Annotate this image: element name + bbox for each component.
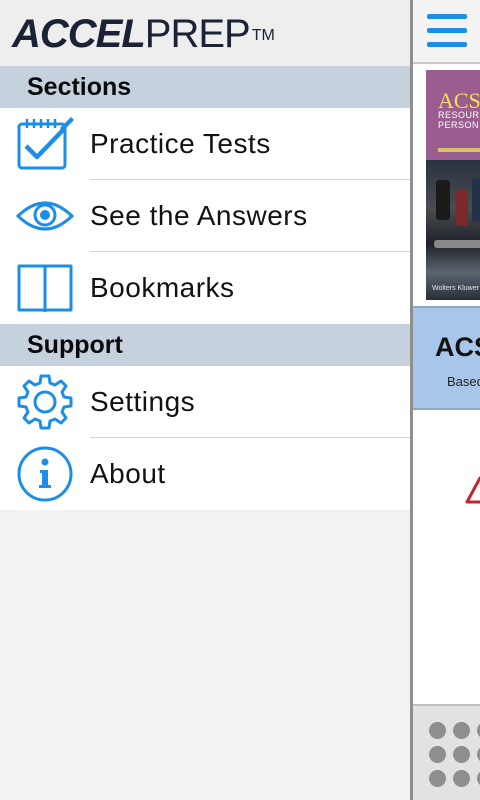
top-app-bar	[413, 0, 480, 64]
menu-item-label: Settings	[90, 386, 196, 417]
book-cover-photo: Wolters Kluwer	[426, 160, 480, 300]
menu-item-label: See the Answers	[90, 200, 308, 231]
navigation-drawer: ACCELPREP TM Sections Practice Tests See…	[0, 0, 410, 800]
card-title: ACS	[435, 332, 480, 362]
warning-icon	[465, 476, 480, 509]
book-icon	[0, 252, 90, 324]
support-list: Settings About	[0, 366, 410, 510]
menu-item-practice-tests[interactable]: Practice Tests	[0, 108, 410, 180]
book-cover-image[interactable]: ACS RESOUR PERSON Wolters Kluwer	[426, 70, 480, 300]
bottom-bar	[413, 704, 480, 800]
book-subtitle: RESOUR	[438, 110, 480, 120]
app-logo: ACCELPREP TM	[12, 12, 275, 56]
info-icon	[0, 438, 90, 510]
menu-item-bookmarks[interactable]: Bookmarks	[0, 252, 410, 324]
gear-icon	[0, 366, 90, 438]
hamburger-menu-icon[interactable]	[427, 12, 469, 50]
sections-list: Practice Tests See the Answers Bookmarks	[0, 108, 410, 324]
card-subtitle: Based	[447, 374, 480, 389]
checklist-icon	[0, 108, 90, 180]
eye-icon	[0, 180, 90, 252]
menu-item-settings[interactable]: Settings	[0, 366, 410, 438]
menu-item-about[interactable]: About	[0, 438, 410, 510]
section-header-support: Support	[0, 324, 410, 366]
menu-item-label: Bookmarks	[90, 272, 235, 303]
book-subtitle: PERSON	[438, 120, 480, 130]
menu-item-label: About	[90, 458, 166, 489]
product-card[interactable]: ACS Based	[413, 306, 480, 410]
main-content-panel: ACS RESOUR PERSON Wolters Kluwer ACS Bas…	[410, 0, 480, 800]
menu-item-see-the-answers[interactable]: See the Answers	[0, 180, 410, 252]
logo-bar: ACCELPREP TM	[0, 0, 410, 66]
menu-item-label: Practice Tests	[90, 128, 271, 159]
publisher-label: Wolters Kluwer	[432, 285, 479, 292]
section-header-sections: Sections	[0, 66, 410, 108]
